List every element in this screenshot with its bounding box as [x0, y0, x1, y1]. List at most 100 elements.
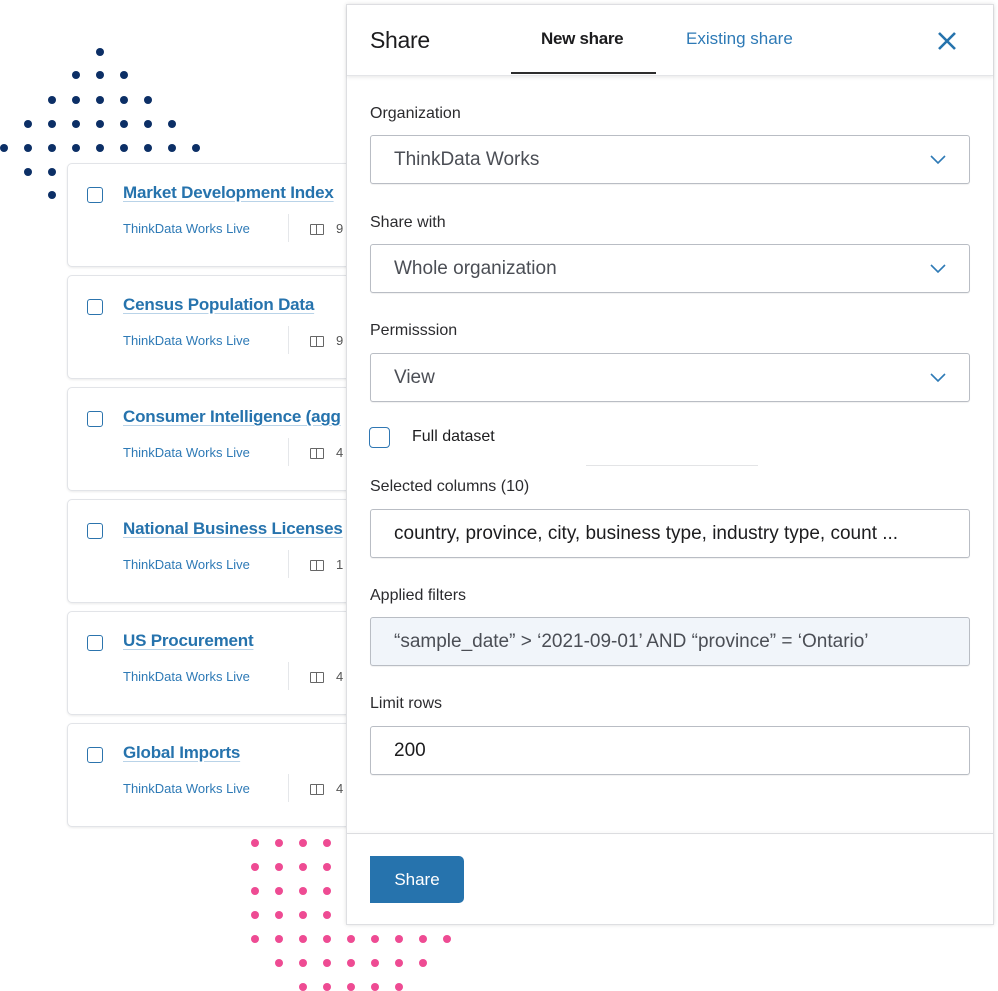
navy-dot [24, 168, 32, 176]
permission-value: View [394, 367, 435, 388]
dataset-card: Global Imports ThinkData Works Live 4 [67, 723, 387, 827]
navy-dot [72, 71, 80, 79]
dataset-checkbox[interactable] [87, 187, 103, 203]
share-with-label: Share with [370, 214, 446, 231]
navy-dot [24, 120, 32, 128]
columns-icon [310, 672, 324, 683]
navy-dot [0, 144, 8, 152]
dataset-card: Market Development Index ThinkData Works… [67, 163, 387, 267]
pink-dot [323, 863, 331, 871]
chevron-down-icon [930, 373, 946, 383]
navy-dot [48, 144, 56, 152]
pink-dot [251, 863, 259, 871]
pink-dot [251, 839, 259, 847]
limit-rows-label: Limit rows [370, 695, 443, 712]
pink-dot [299, 887, 307, 895]
dataset-title-link[interactable]: US Procurement [123, 631, 254, 651]
dataset-title-link[interactable]: Census Population Data [123, 295, 314, 315]
tab-new-share[interactable]: New share [541, 29, 624, 49]
dataset-checkbox[interactable] [87, 411, 103, 427]
pink-dot [275, 911, 283, 919]
limit-rows-value: 200 [394, 740, 426, 761]
divider [288, 550, 289, 578]
navy-dot [72, 144, 80, 152]
dataset-checkbox[interactable] [87, 635, 103, 651]
dataset-provider[interactable]: ThinkData Works Live [123, 221, 250, 236]
navy-dot [48, 120, 56, 128]
share-panel: Share New share Existing share Organizat… [346, 4, 994, 925]
pink-dot [395, 983, 403, 991]
pink-dot [347, 983, 355, 991]
tab-existing-share[interactable]: Existing share [686, 29, 793, 49]
applied-filters-field: “sample_date” > ‘2021-09-01’ AND “provin… [370, 617, 970, 666]
selected-columns-field[interactable]: country, province, city, business type, … [370, 509, 970, 558]
permission-label: Permisssion [370, 322, 458, 339]
pink-dot [419, 935, 427, 943]
dataset-provider[interactable]: ThinkData Works Live [123, 557, 250, 572]
limit-rows-input[interactable]: 200 [370, 726, 970, 775]
dataset-title-link[interactable]: Consumer Intelligence (agg [123, 407, 341, 427]
pink-dot [251, 911, 259, 919]
navy-dot [120, 96, 128, 104]
panel-header: Share New share Existing share [347, 5, 993, 76]
pink-dot [275, 839, 283, 847]
dataset-provider[interactable]: ThinkData Works Live [123, 669, 250, 684]
pink-dot [395, 935, 403, 943]
pink-dot [275, 863, 283, 871]
permission-select[interactable]: View [370, 353, 970, 402]
dataset-title-link[interactable]: National Business Licenses [123, 519, 343, 539]
pink-dot [371, 983, 379, 991]
pink-dot [395, 959, 403, 967]
navy-dot [96, 48, 104, 56]
navy-dot [24, 144, 32, 152]
pink-dot [275, 959, 283, 967]
pink-dot [323, 839, 331, 847]
chevron-down-icon [930, 155, 946, 165]
navy-dot [144, 120, 152, 128]
close-icon [938, 32, 956, 50]
pink-dot [251, 887, 259, 895]
share-button[interactable]: Share [370, 856, 464, 903]
dataset-checkbox[interactable] [87, 747, 103, 763]
dataset-title-link[interactable]: Market Development Index [123, 183, 334, 203]
navy-dot [96, 96, 104, 104]
divider [288, 326, 289, 354]
dataset-checkbox[interactable] [87, 523, 103, 539]
navy-dot [72, 96, 80, 104]
navy-dot [48, 96, 56, 104]
divider [288, 438, 289, 466]
pink-dot [347, 959, 355, 967]
navy-dot [96, 120, 104, 128]
pink-dot [275, 887, 283, 895]
dataset-provider[interactable]: ThinkData Works Live [123, 781, 250, 796]
dataset-card: National Business Licenses ThinkData Wor… [67, 499, 387, 603]
column-count: 1 [336, 557, 344, 572]
dataset-card: Consumer Intelligence (agg ThinkData Wor… [67, 387, 387, 491]
navy-dot [120, 120, 128, 128]
applied-filters-label: Applied filters [370, 587, 467, 604]
share-with-select[interactable]: Whole organization [370, 244, 970, 293]
navy-dot [72, 120, 80, 128]
pink-dot [371, 959, 379, 967]
pink-dot [299, 911, 307, 919]
share-with-value: Whole organization [394, 258, 557, 279]
full-dataset-checkbox[interactable] [369, 427, 390, 448]
dataset-title-link[interactable]: Global Imports [123, 743, 240, 763]
divider [288, 774, 289, 802]
applied-filters-value: “sample_date” > ‘2021-09-01’ AND “provin… [394, 631, 869, 652]
organization-select[interactable]: ThinkData Works [370, 135, 970, 184]
full-dataset-label[interactable]: Full dataset [412, 428, 495, 446]
navy-dot [168, 120, 176, 128]
columns-icon [310, 336, 324, 347]
columns-icon [310, 560, 324, 571]
dataset-provider[interactable]: ThinkData Works Live [123, 333, 250, 348]
active-tab-indicator [511, 72, 656, 74]
dataset-provider[interactable]: ThinkData Works Live [123, 445, 250, 460]
selected-columns-value: country, province, city, business type, … [394, 523, 899, 544]
navy-dot [168, 144, 176, 152]
column-count: 9 [336, 333, 344, 348]
footer-divider [347, 833, 993, 834]
pink-dot [419, 959, 427, 967]
close-button[interactable] [935, 29, 959, 53]
dataset-checkbox[interactable] [87, 299, 103, 315]
